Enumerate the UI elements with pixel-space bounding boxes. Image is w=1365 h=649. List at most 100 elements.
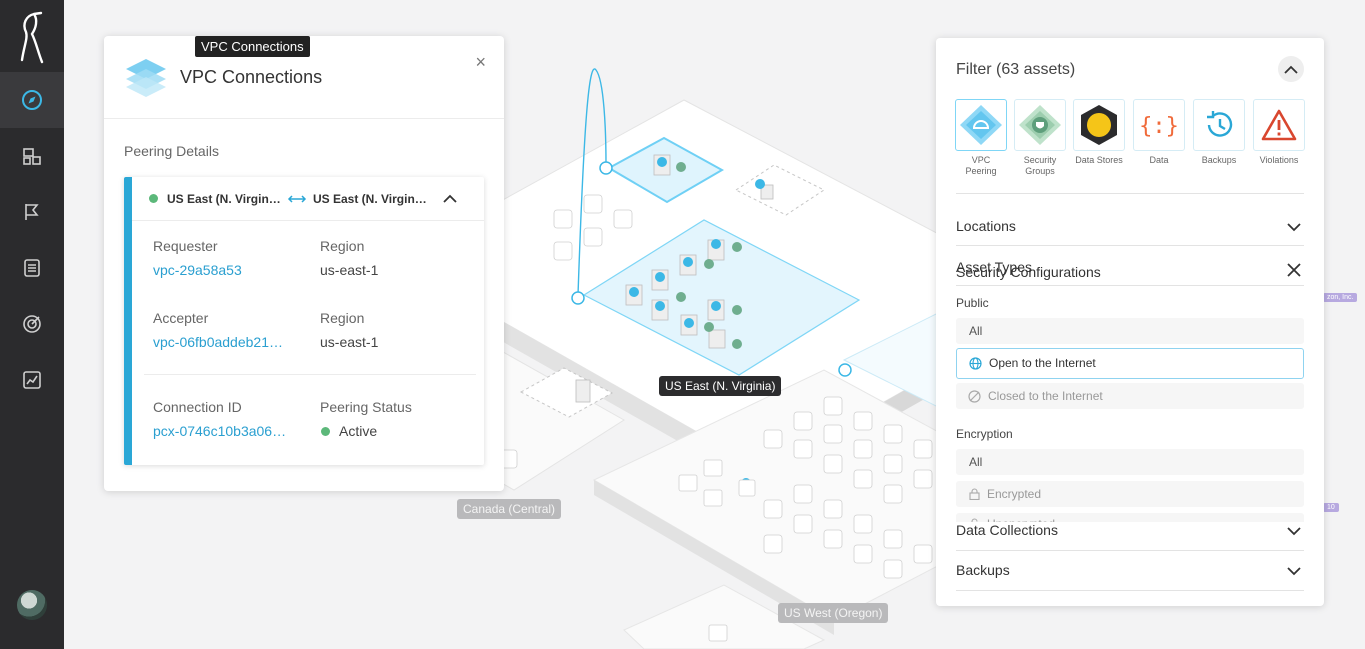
divider <box>956 550 1304 551</box>
violations-icon <box>1261 109 1297 141</box>
divider <box>956 590 1304 591</box>
panel-title: VPC Connections <box>180 67 323 87</box>
chevron-up-icon <box>1284 65 1298 74</box>
accepter-region-label: Region <box>320 310 365 326</box>
globe-icon <box>969 357 982 370</box>
requester-label: Requester <box>153 238 218 254</box>
filter-title: Filter (63 assets) <box>956 61 1076 78</box>
left-sidebar <box>0 0 64 649</box>
account-tag[interactable]: zon, Inc. <box>1323 293 1358 302</box>
filter-panel: Filter (63 assets) VPC Peering Security … <box>936 38 1324 606</box>
accordion-label: Backups <box>956 562 1010 578</box>
accordion-label: Security Configurations <box>956 264 1101 280</box>
chevron-down-icon <box>1287 223 1301 232</box>
public-option-closed[interactable]: Closed to the Internet <box>956 383 1304 409</box>
region-label-canada[interactable]: Canada (Central) <box>457 499 562 519</box>
tooltip: VPC Connections <box>195 36 310 57</box>
option-label: Encrypted <box>987 487 1042 501</box>
account-tag[interactable]: 10 <box>1323 503 1339 512</box>
backups-icon <box>1207 111 1233 137</box>
svg-text:{:}: {:} <box>1139 114 1179 139</box>
divider <box>956 245 1304 246</box>
security-groups-icon <box>1019 105 1061 145</box>
globe-off-icon <box>968 390 981 403</box>
brand-logo <box>20 11 44 64</box>
divider <box>144 374 476 375</box>
asset-type-vpc-peering[interactable]: VPC Peering <box>955 99 1007 177</box>
user-avatar[interactable] <box>17 590 47 620</box>
divider <box>956 285 1304 286</box>
chevron-up-icon[interactable] <box>442 194 458 204</box>
option-label: Open to the Internet <box>989 356 1096 370</box>
asset-type-label: Violations <box>1259 155 1299 165</box>
accordion-label: Locations <box>956 218 1016 234</box>
peering-to: US East (N. Virgin… <box>313 192 427 206</box>
accordion-security-configurations[interactable]: Security Configurations <box>956 262 1304 280</box>
asset-type-violations[interactable]: Violations <box>1253 99 1305 166</box>
accordion-label: Data Collections <box>956 522 1058 538</box>
accepter-link[interactable]: vpc-06fb0addeb21… <box>153 334 283 350</box>
target-icon <box>23 315 41 333</box>
close-icon[interactable] <box>1286 262 1302 278</box>
nav-inventory[interactable] <box>0 128 64 184</box>
region-label-us-east[interactable]: US East (N. Virginia) <box>659 376 782 396</box>
peering-from: US East (N. Virgin… <box>167 192 281 206</box>
public-option-open[interactable]: Open to the Internet <box>956 348 1304 379</box>
connection-id-link[interactable]: pcx-0746c10b3a06… <box>153 423 286 439</box>
bidirectional-arrow-icon <box>287 195 307 203</box>
cube-grid-icon <box>23 148 41 165</box>
close-icon[interactable]: × <box>475 52 486 73</box>
vpc-connections-panel: VPC Connections × Peering Details US Eas… <box>104 36 504 491</box>
accordion-backups[interactable]: Backups <box>956 562 1304 578</box>
encryption-option-all[interactable]: All <box>956 449 1304 475</box>
nav-targets[interactable] <box>0 296 64 352</box>
chevron-down-icon <box>1287 567 1301 576</box>
peering-status-label: Peering Status <box>320 399 412 415</box>
vpc-peering-icon <box>960 105 1002 145</box>
line-chart-icon <box>23 371 41 389</box>
vpc-layers-icon <box>126 59 166 97</box>
section-title: Peering Details <box>124 143 219 159</box>
region-label-us-west[interactable]: US West (Oregon) <box>778 603 889 623</box>
accepter-region: us-east-1 <box>320 334 379 350</box>
encryption-option-encrypted[interactable]: Encrypted <box>956 481 1304 507</box>
asset-type-label: VPC Peering <box>965 155 997 176</box>
nav-explore[interactable] <box>0 72 64 128</box>
flag-icon <box>25 204 39 220</box>
connection-id-label: Connection ID <box>153 399 242 415</box>
asset-type-data[interactable]: {:} Data <box>1133 99 1185 166</box>
peering-card-header[interactable]: US East (N. Virgin… US East (N. Virgin… <box>132 177 484 221</box>
requester-link[interactable]: vpc-29a58a53 <box>153 262 242 278</box>
option-label: Closed to the Internet <box>988 389 1103 403</box>
requester-region: us-east-1 <box>320 262 379 278</box>
peering-card: US East (N. Virgin… US East (N. Virgin… … <box>124 177 484 465</box>
nav-reports[interactable] <box>0 240 64 296</box>
asset-type-label: Data <box>1149 155 1169 165</box>
nav-policies[interactable] <box>0 184 64 240</box>
accepter-label: Accepter <box>153 310 209 326</box>
status-dot <box>149 194 158 203</box>
compass-icon <box>22 90 42 110</box>
accordion-data-collections[interactable]: Data Collections <box>956 522 1304 548</box>
requester-region-label: Region <box>320 238 365 254</box>
asset-type-backups[interactable]: Backups <box>1193 99 1245 166</box>
document-icon <box>24 259 40 277</box>
nav-analytics[interactable] <box>0 352 64 408</box>
public-label: Public <box>956 296 989 310</box>
data-stores-icon <box>1081 105 1117 145</box>
lock-icon <box>969 488 980 500</box>
collapse-filter-button[interactable] <box>1278 56 1304 82</box>
public-option-all[interactable]: All <box>956 318 1304 344</box>
accordion-locations[interactable]: Locations <box>956 218 1304 234</box>
peering-status: Active <box>339 423 378 439</box>
encryption-label: Encryption <box>956 427 1013 441</box>
asset-type-label: Backups <box>1201 155 1237 165</box>
data-icon: {:} <box>1139 114 1179 139</box>
active-status-dot <box>321 427 330 436</box>
chevron-down-icon <box>1287 527 1301 536</box>
asset-type-label: Data Stores <box>1075 155 1123 165</box>
divider <box>956 193 1304 194</box>
asset-type-data-stores[interactable]: Data Stores <box>1073 99 1125 166</box>
asset-type-security-groups[interactable]: Security Groups <box>1014 99 1066 177</box>
asset-type-label: Security Groups <box>1023 155 1057 176</box>
